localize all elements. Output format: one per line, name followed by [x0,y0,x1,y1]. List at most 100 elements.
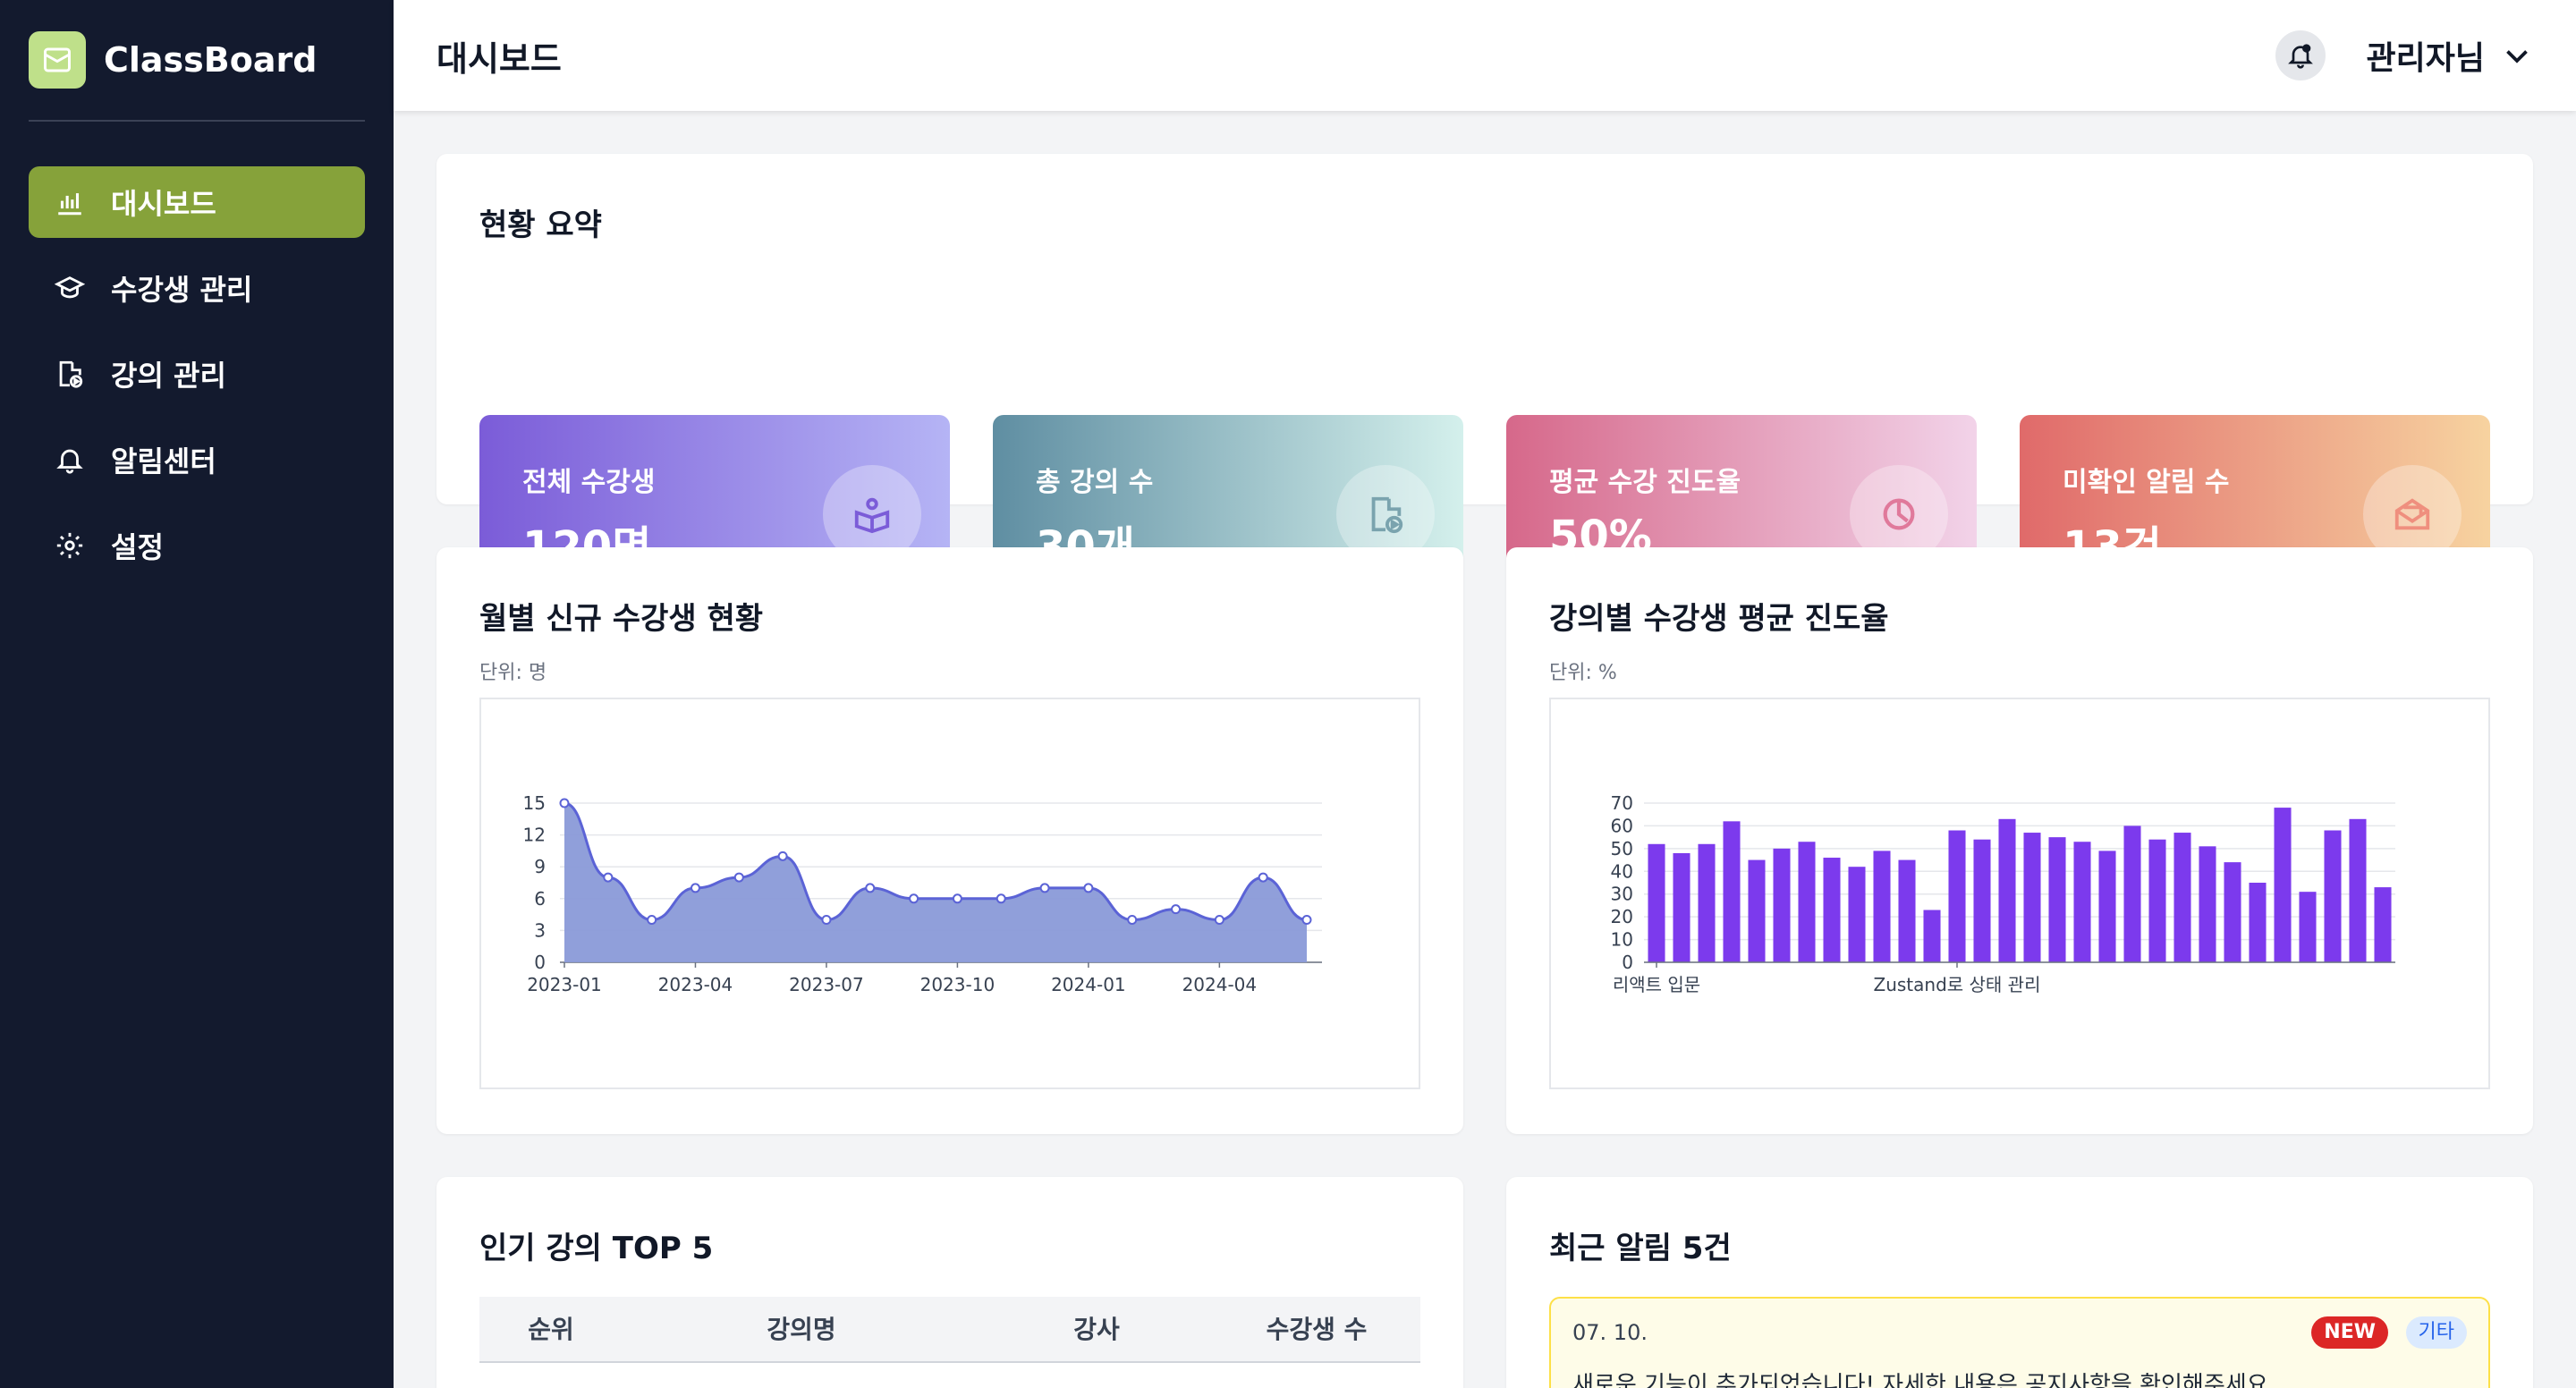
chevron-down-icon [2506,50,2528,63]
gear-icon [54,529,86,562]
bar [2199,846,2216,962]
notification-message: 새로운 기능이 추가되었습니다! 자세한 내용은 공지사항을 확인해주세요. [1572,1372,2275,1388]
y-tick-label: 20 [1611,906,1633,927]
y-tick-label: 9 [534,856,546,877]
data-point [1083,883,1094,893]
stat-label: 미확인 알림 수 [2063,467,2230,498]
data-point [603,872,614,883]
bar [1973,839,1991,962]
sidebar-item-label: 알림센터 [111,444,216,478]
bar [1923,910,1941,962]
bar [2224,862,2241,962]
monthly-chart-card: 월별 신규 수강생 현황 단위: 명 0 3 6 9 12 15 2023-01 2023-0… [436,547,1463,1134]
video-file-icon [54,358,86,390]
y-tick-label: 3 [534,919,546,941]
x-tick-label: 2024-01 [1051,974,1126,995]
sidebar-item-label: 설정 [111,530,164,564]
progress-chart-frame: 0 10 20 30 40 50 60 70 리액트 입문 Zustand로 상태 관리 [1549,698,2490,1089]
data-point [733,872,744,883]
bar [2123,825,2141,962]
bar [2073,842,2091,962]
data-point [1171,904,1182,915]
bar [1998,818,2016,962]
column-header-course[interactable]: 강의명 [623,1297,980,1363]
progress-chart-card: 강의별 수강생 평균 진도율 단위: % 0 10 20 30 40 50 60 70 리액트 … [1506,547,2533,1134]
x-tick-label: Zustand로 상태 관리 [1874,974,2041,995]
top-courses-card: 인기 강의 TOP 5 순위 강의명 강사 수강생 수 [436,1177,1463,1388]
app-name: ClassBoard [104,40,318,80]
graduation-cap-icon [54,272,86,304]
monthly-chart-frame: 0 3 6 9 12 15 2023-01 2023-04 2023-07 2023-10 2024… [479,698,1420,1089]
data-point [1214,915,1224,926]
bar [1948,830,1966,962]
bar [1673,852,1690,962]
sidebar-item-courses[interactable]: 강의 관리 [29,338,365,410]
bar [2349,818,2367,962]
new-badge: NEW [2311,1316,2388,1349]
sidebar-item-label: 대시보드 [111,187,216,221]
top-courses-title: 인기 강의 TOP 5 [479,1231,714,1266]
column-header-instructor[interactable]: 강사 [980,1297,1213,1363]
bar [2098,851,2116,962]
user-name: 관리자님 [2366,40,2485,77]
brand[interactable]: ClassBoard [29,0,365,122]
area-fill [564,803,1307,962]
header-actions: 관리자님 [2275,30,2533,80]
sidebar-item-settings[interactable]: 설정 [29,510,365,581]
y-tick-label: 10 [1611,929,1633,951]
data-point [1039,883,1050,893]
data-point [690,883,700,893]
user-menu[interactable]: 관리자님 [2367,32,2533,79]
sidebar-item-dashboard[interactable]: 대시보드 [29,166,365,238]
y-tick-label: 50 [1611,838,1633,859]
sidebar-item-label: 수강생 관리 [111,273,253,307]
logo-icon [29,31,86,89]
x-tick-label: 2024-04 [1182,974,1258,995]
stat-label: 평균 수강 진도율 [1549,467,1741,498]
bar [1873,851,1891,962]
bar [1798,842,1816,962]
bar [2324,830,2342,962]
bell-alert-icon [2287,44,2313,69]
bar [1723,821,1741,962]
data-point [865,883,876,893]
y-tick-label: 0 [534,952,546,973]
bar [1898,859,1916,962]
data-point [909,893,919,904]
x-tick-label: 리액트 입문 [1613,974,1700,995]
category-badge: 기타 [2405,1316,2467,1349]
monthly-chart-title: 월별 신규 수강생 현황 [479,601,764,637]
monthly-area-chart: 0 3 6 9 12 15 2023-01 2023-04 2023-07 2023-10 2024… [523,792,1322,995]
sidebar-item-notifications[interactable]: 알림센터 [29,424,365,495]
x-tick-label: 2023-01 [527,974,602,995]
bar [2274,808,2292,962]
y-tick-label: 15 [523,792,546,814]
bar [2249,883,2267,962]
data-point [996,893,1006,904]
bar [2048,837,2066,962]
data-point [1258,872,1268,883]
data-point [559,798,570,808]
bar [2174,833,2191,962]
notification-item[interactable]: 07. 10. NEW 기타 새로운 기능이 추가되었습니다! 자세한 내용은 … [1549,1297,2490,1388]
y-tick-label: 40 [1611,860,1633,882]
sidebar: ClassBoard 대시보드 수강생 관리 강의 관리 알림센터 설정 [0,0,394,1388]
notification-date: 07. 10. [1572,1320,1648,1345]
x-tick-label: 2023-07 [789,974,864,995]
column-header-rank[interactable]: 순위 [479,1297,623,1363]
column-header-students[interactable]: 수강생 수 [1213,1297,1420,1363]
summary-card: 현황 요약 전체 수강생 120명 총 강의 수 30개 평균 수강 진도율 5… [436,154,2533,614]
data-point [821,915,832,926]
progress-chart-title: 강의별 수강생 평균 진도율 [1549,601,1889,637]
notification-button[interactable] [2275,30,2326,80]
data-point [1301,915,1312,926]
stat-label: 전체 수강생 [522,467,656,498]
bar [1773,848,1791,962]
y-tick-label: 12 [523,825,546,846]
recent-notifications-card: 최근 알림 5건 07. 10. NEW 기타 새로운 기능이 추가되었습니다!… [1506,1177,2533,1388]
sidebar-item-students[interactable]: 수강생 관리 [29,252,365,324]
bar [2023,833,2041,962]
bar [1848,867,1866,962]
y-tick-label: 70 [1611,792,1633,814]
bar [1748,859,1766,962]
